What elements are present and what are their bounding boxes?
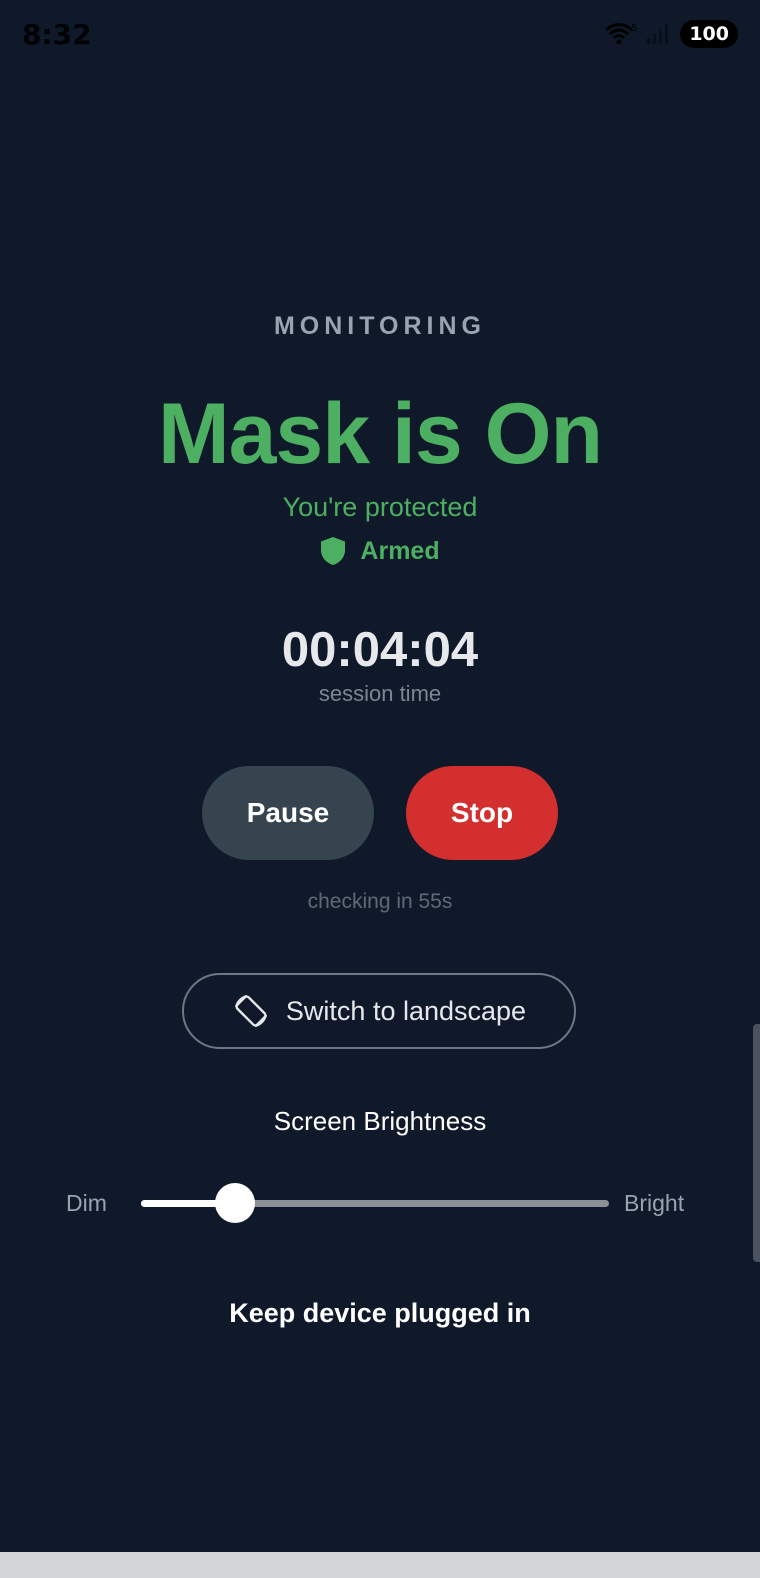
session-timer-label: session time — [318, 681, 442, 706]
session-timer: 00:04:04 — [281, 623, 479, 677]
signal-icon — [647, 24, 669, 44]
screen-rotation-icon — [234, 994, 267, 1028]
keep-plugged-note: Keep device plugged in — [229, 1298, 531, 1328]
armed-status: Armed — [0, 536, 760, 566]
mask-status-title: Mask is On — [157, 386, 603, 482]
wifi-icon: 5 — [605, 23, 638, 45]
monitoring-screen: 8:32 5 100 MONITORING Mask is On You're … — [0, 0, 760, 1578]
brightness-dim-label: Dim — [66, 1190, 107, 1216]
switch-to-landscape-label: Switch to landscape — [285, 995, 527, 1026]
armed-label: Armed — [360, 536, 440, 565]
status-time: 8:32 — [22, 18, 92, 51]
stop-button[interactable]: Stop — [406, 766, 558, 860]
pause-button[interactable]: Pause — [202, 766, 374, 860]
system-navigation-bar — [0, 1552, 760, 1578]
pause-button-label: Pause — [246, 797, 330, 828]
protection-subtitle: You're protected — [282, 492, 478, 522]
brightness-slider[interactable] — [141, 1183, 609, 1223]
scrollbar[interactable] — [753, 1024, 760, 1262]
checking-countdown: checking in 55s — [307, 890, 453, 913]
screen-brightness-title: Screen Brightness — [273, 1106, 487, 1136]
brightness-slider-thumb[interactable] — [214, 1183, 255, 1223]
battery-indicator: 100 — [680, 20, 738, 48]
brightness-bright-label: Bright — [624, 1190, 685, 1216]
network-type-label: 5 — [631, 23, 637, 34]
monitoring-label: MONITORING — [273, 312, 487, 340]
switch-to-landscape-button[interactable]: Switch to landscape — [182, 973, 576, 1049]
shield-icon — [321, 537, 346, 565]
status-icons: 5 100 — [604, 20, 738, 48]
stop-button-label: Stop — [450, 797, 514, 828]
